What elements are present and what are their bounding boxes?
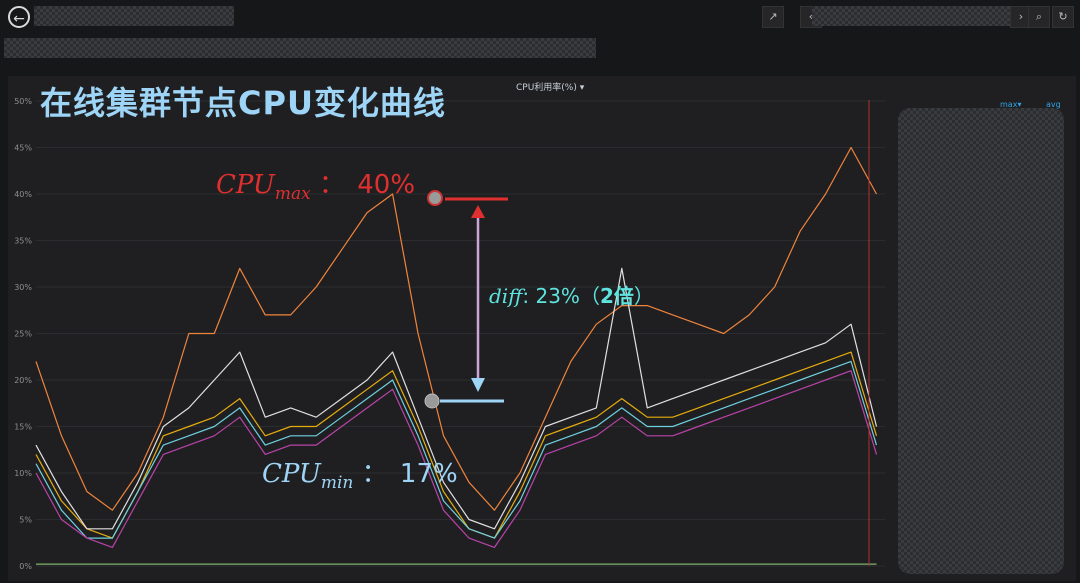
y-axis-ticks: 0% 5% 10% 15% 20% 25% 30% 35% 40% 45% 50% (14, 97, 32, 571)
diff-arrow-head-down (471, 378, 485, 392)
y-tick-label: 35% (14, 237, 32, 246)
chart-grid (36, 100, 885, 567)
y-tick-label: 45% (14, 144, 32, 153)
y-tick-label: 50% (14, 97, 32, 106)
y-tick-label: 20% (14, 376, 32, 385)
y-tick-label: 5% (19, 516, 32, 525)
cpu-max-label: CPU (216, 170, 275, 200)
diff-annotation: diff: 23%（2倍） (489, 280, 654, 309)
cpu-max-annotation: CPUmax ： 40% (216, 164, 415, 204)
cpu-max-colon: ： (318, 170, 345, 200)
min-point-marker (424, 393, 440, 409)
diff-ratio: 2倍 (599, 284, 634, 308)
cpu-min-annotation: CPUmin ： 17% (262, 453, 458, 493)
y-tick-label: 25% (14, 330, 32, 339)
y-tick-label: 0% (19, 562, 32, 571)
y-tick-label: 15% (14, 423, 32, 432)
diff-close: ） (633, 284, 654, 308)
max-point-marker (427, 190, 443, 206)
y-tick-label: 10% (14, 469, 32, 478)
cpu-max-sub: max (274, 184, 311, 205)
cpu-min-sub: min (320, 473, 354, 494)
diff-arrow-head-up (471, 205, 485, 218)
y-tick-label: 30% (14, 283, 32, 292)
chart-title: 在线集群节点CPU变化曲线 (40, 84, 446, 122)
legend-redacted (898, 108, 1064, 574)
cpu-max-value: 40% (357, 170, 416, 200)
diff-value: 23%（ (535, 284, 600, 308)
cpu-min-label: CPU (262, 459, 321, 489)
series-line-2 (35, 360, 878, 539)
diff-label: diff (489, 284, 523, 308)
cpu-min-value: 17% (399, 459, 458, 489)
diff-colon: : (522, 284, 530, 308)
chart-series (35, 146, 878, 565)
cpu-min-colon: ： (361, 459, 388, 489)
y-tick-label: 40% (14, 190, 32, 199)
